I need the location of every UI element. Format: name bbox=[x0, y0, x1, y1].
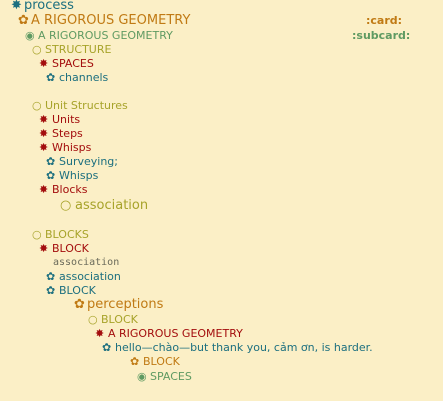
star-bullet-icon: ✸ bbox=[39, 127, 49, 140]
outline-heading-whisps[interactable]: ✸ Whisps bbox=[39, 141, 91, 155]
outline-heading-surveying[interactable]: ✿ Surveying; bbox=[46, 155, 118, 169]
outline-heading-block-sub[interactable]: ✿ BLOCK bbox=[46, 284, 96, 298]
heading-text: association bbox=[75, 198, 149, 213]
subcard-tag[interactable]: :subcard: bbox=[352, 29, 410, 43]
outline-heading-blocks[interactable]: ○ BLOCKS bbox=[32, 228, 89, 242]
outline-heading-steps[interactable]: ✸ Steps bbox=[39, 127, 83, 141]
heading-text: Steps bbox=[52, 127, 83, 140]
heading-text: Whisps bbox=[52, 141, 92, 154]
outline-heading-channels[interactable]: ✿ channels bbox=[46, 71, 108, 85]
outline-heading-units[interactable]: ✸ Units bbox=[39, 113, 80, 127]
heading-text: Whisps bbox=[59, 169, 99, 182]
heading-text: perceptions bbox=[87, 297, 164, 312]
heading-text: Unit Structures bbox=[45, 99, 128, 112]
star-bullet-icon: ✸ bbox=[39, 183, 49, 196]
outline-heading-block-deeper[interactable]: ✿ BLOCK bbox=[130, 355, 180, 369]
outline-heading-blocks-item[interactable]: ✸ Blocks bbox=[39, 183, 87, 197]
outline-heading-structure[interactable]: ○ STRUCTURE bbox=[32, 43, 111, 57]
heading-text: BLOCKS bbox=[45, 228, 89, 241]
circle-bullet-icon: ○ bbox=[60, 198, 72, 213]
outline-heading-rigorous-geometry[interactable]: ✿ A RIGOROUS GEOMETRY bbox=[18, 14, 190, 28]
heading-text: A RIGOROUS GEOMETRY bbox=[31, 13, 191, 28]
star-bullet-icon: ✸ bbox=[39, 113, 49, 126]
outline-heading-block-deep[interactable]: ○ BLOCK bbox=[88, 313, 138, 327]
star-bullet-icon: ✸ bbox=[39, 57, 49, 70]
star-bullet-icon: ✸ bbox=[39, 141, 49, 154]
circle-bullet-icon: ○ bbox=[32, 228, 42, 241]
flower-bullet-icon: ✿ bbox=[46, 71, 56, 84]
flower-bullet-icon: ✿ bbox=[102, 341, 112, 354]
outline-heading-spaces-deep[interactable]: ◉ SPACES bbox=[137, 370, 192, 384]
fisheye-bullet-icon: ◉ bbox=[137, 370, 147, 383]
heading-text: BLOCK bbox=[59, 284, 96, 297]
outline-heading-rigorous-geometry-sub[interactable]: ◉ A RIGOROUS GEOMETRY bbox=[25, 29, 173, 43]
heading-text: process bbox=[24, 0, 74, 13]
flower-bullet-icon: ✿ bbox=[18, 13, 29, 28]
outline-heading-hello[interactable]: ✿ hello—chào—but thank you, cảm ơn, is ha… bbox=[102, 341, 373, 355]
flower-bullet-icon: ✿ bbox=[46, 155, 56, 168]
outline-heading-perceptions[interactable]: ✿ perceptions bbox=[74, 298, 163, 312]
outline-heading-association-big[interactable]: ○ association bbox=[60, 198, 148, 214]
outline-heading-process[interactable]: ✸ process bbox=[11, 0, 74, 13]
outline-heading-whisps-sub[interactable]: ✿ Whisps bbox=[46, 169, 98, 183]
flower-bullet-icon: ✿ bbox=[46, 284, 56, 297]
outline-heading-block[interactable]: ✸ BLOCK bbox=[39, 242, 89, 256]
heading-text: Units bbox=[52, 113, 81, 126]
heading-text: Surveying; bbox=[59, 155, 118, 168]
star-bullet-icon: ✸ bbox=[95, 327, 105, 340]
org-outline-view: { "outline": { "process": {"bullet": "✸"… bbox=[0, 0, 443, 401]
flower-bullet-icon: ✿ bbox=[46, 270, 56, 283]
flower-bullet-icon: ✿ bbox=[130, 355, 140, 368]
heading-text: BLOCK bbox=[101, 313, 138, 326]
star-bullet-icon: ✸ bbox=[39, 242, 49, 255]
fisheye-bullet-icon: ◉ bbox=[25, 29, 35, 42]
heading-text: SPACES bbox=[52, 57, 94, 70]
circle-bullet-icon: ○ bbox=[32, 99, 42, 112]
outline-heading-unit-structures[interactable]: ○ Unit Structures bbox=[32, 99, 128, 113]
flower-bullet-icon: ✿ bbox=[74, 297, 85, 312]
heading-text: A RIGOROUS GEOMETRY bbox=[38, 29, 173, 42]
card-tag[interactable]: :card: bbox=[366, 14, 402, 28]
heading-text: channels bbox=[59, 71, 109, 84]
outline-heading-rigorous-geometry-deep[interactable]: ✸ A RIGOROUS GEOMETRY bbox=[95, 327, 243, 341]
heading-text: Blocks bbox=[52, 183, 88, 196]
body-text-association: association bbox=[53, 257, 120, 268]
heading-text: hello—chào—but thank you, cảm ơn, is har… bbox=[115, 341, 373, 354]
circle-bullet-icon: ○ bbox=[32, 43, 42, 56]
heading-text: BLOCK bbox=[143, 355, 180, 368]
circle-bullet-icon: ○ bbox=[88, 313, 98, 326]
heading-text: BLOCK bbox=[52, 242, 89, 255]
heading-text: SPACES bbox=[150, 370, 192, 383]
outline-heading-spaces[interactable]: ✸ SPACES bbox=[39, 57, 94, 71]
flower-bullet-icon: ✿ bbox=[46, 169, 56, 182]
heading-text: A RIGOROUS GEOMETRY bbox=[108, 327, 243, 340]
outline-heading-association-link[interactable]: ✿ association bbox=[46, 270, 121, 284]
heading-text: STRUCTURE bbox=[45, 43, 112, 56]
star-bullet-icon: ✸ bbox=[11, 0, 22, 13]
heading-text: association bbox=[59, 270, 121, 283]
